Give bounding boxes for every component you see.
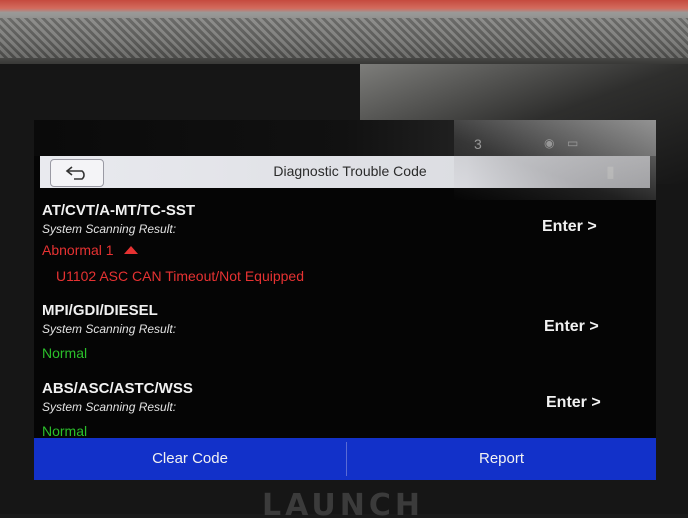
- module-name: ABS/ASC/ASTC/WSS: [42, 380, 193, 397]
- title-bar: Diagnostic Trouble Code ▮: [40, 156, 650, 188]
- report-button[interactable]: Report: [347, 438, 656, 480]
- save-icon[interactable]: ▮: [606, 162, 628, 182]
- wifi-icon: ◉: [544, 136, 555, 150]
- back-button[interactable]: [50, 159, 104, 187]
- module-name: AT/CVT/A-MT/TC-SST: [42, 202, 196, 219]
- battery-icon: ▭: [566, 136, 579, 150]
- module-name: MPI/GDI/DIESEL: [42, 302, 158, 319]
- device-grip-texture: [0, 18, 688, 58]
- status-normal: Normal: [42, 345, 88, 361]
- status-text: Abnormal 1: [42, 242, 114, 258]
- module-item: ABS/ASC/ASTC/WSS System Scanning Result:…: [34, 380, 656, 440]
- bottom-action-bar: Clear Code Report: [34, 438, 656, 480]
- device-screen: 3 ◉ ▭ Diagnostic Trouble Code ▮ AT/CVT/A…: [34, 120, 656, 480]
- module-item: MPI/GDI/DIESEL System Scanning Result: N…: [34, 302, 656, 362]
- status-bar: 3 ◉ ▭: [34, 120, 656, 156]
- status-abnormal[interactable]: Abnormal 1: [42, 242, 139, 258]
- status-time: 3: [474, 136, 482, 152]
- dtc-code: U1102 ASC CAN Timeout/Not Equipped: [56, 268, 304, 284]
- module-item: AT/CVT/A-MT/TC-SST System Scanning Resul…: [34, 202, 656, 298]
- enter-button[interactable]: Enter >: [544, 318, 599, 336]
- clear-code-button[interactable]: Clear Code: [34, 438, 346, 480]
- page-title: Diagnostic Trouble Code: [273, 163, 427, 179]
- scan-result-label: System Scanning Result:: [42, 222, 177, 236]
- status-normal: Normal: [42, 423, 88, 439]
- enter-button[interactable]: Enter >: [542, 218, 597, 236]
- back-arrow-icon: [65, 166, 85, 180]
- expand-up-icon: [124, 246, 139, 254]
- scan-result-label: System Scanning Result:: [42, 400, 177, 414]
- device-top-edge: [0, 0, 688, 70]
- scan-result-label: System Scanning Result:: [42, 322, 177, 336]
- status-icons: ◉ ▭: [544, 134, 634, 150]
- enter-button[interactable]: Enter >: [546, 394, 601, 412]
